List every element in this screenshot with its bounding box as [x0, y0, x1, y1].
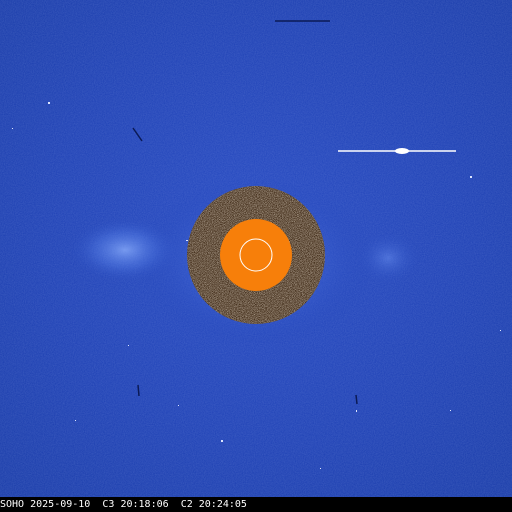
caption-bar: SOHO 2025-09-10 C3 20:18:06 C2 20:24:05	[0, 497, 512, 512]
c3-label: C3	[102, 499, 115, 510]
c2-label: C2	[180, 499, 193, 510]
coronagraph-image	[0, 0, 512, 497]
occulter-disk	[220, 219, 292, 291]
c2-time: 20:24:05	[198, 499, 247, 510]
observatory-label: SOHO	[0, 499, 25, 510]
observation-date: 2025-09-10	[30, 499, 91, 510]
c3-time: 20:18:06	[120, 499, 169, 510]
